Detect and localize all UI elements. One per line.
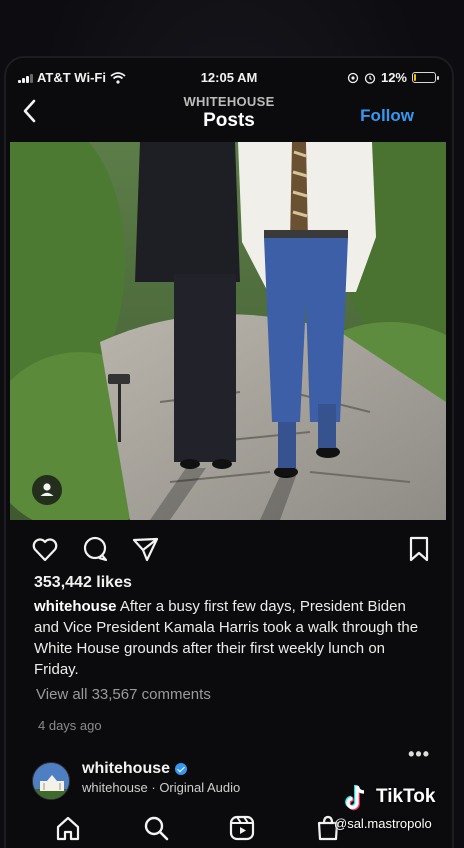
search-icon[interactable] bbox=[142, 814, 170, 842]
tiktok-handle: @sal.mastropolo bbox=[334, 816, 432, 831]
tiktok-brand: TikTok bbox=[376, 786, 436, 807]
audio-username-label: whitehouse bbox=[82, 760, 171, 777]
page-header: WHITEHOUSE Posts Follow bbox=[6, 92, 452, 136]
tiktok-logo-icon bbox=[345, 785, 365, 811]
post-actions bbox=[6, 530, 452, 566]
battery-icon bbox=[412, 72, 439, 83]
reels-icon[interactable] bbox=[228, 814, 256, 842]
post-timestamp: 4 days ago bbox=[38, 718, 102, 733]
post-image[interactable] bbox=[10, 142, 446, 520]
white-house-avatar-image bbox=[33, 763, 69, 799]
verified-badge-icon bbox=[175, 763, 188, 775]
battery-percent: 12% bbox=[380, 70, 407, 85]
post-caption: whitehouse After a busy first few days, … bbox=[34, 596, 430, 680]
follow-button[interactable]: Follow bbox=[360, 106, 414, 126]
location-icon bbox=[347, 72, 359, 83]
person-icon bbox=[40, 483, 54, 496]
battery-fill bbox=[414, 74, 416, 81]
avatar[interactable] bbox=[32, 762, 70, 800]
phone-screen: AT&T Wi-Fi 12:05 AM 12% WHITEHOUSE Posts… bbox=[6, 58, 452, 848]
send-icon[interactable] bbox=[130, 534, 160, 564]
heart-icon[interactable] bbox=[30, 534, 60, 564]
home-icon[interactable] bbox=[54, 814, 82, 842]
comment-icon[interactable] bbox=[80, 534, 110, 564]
device-frame: AT&T Wi-Fi 12:05 AM 12% WHITEHOUSE Posts… bbox=[0, 0, 464, 848]
audio-username[interactable]: whitehouse bbox=[82, 760, 188, 778]
caption-username[interactable]: whitehouse bbox=[34, 598, 117, 615]
status-bar: AT&T Wi-Fi 12:05 AM 12% bbox=[6, 68, 452, 88]
status-right: 12% bbox=[347, 70, 439, 85]
post-photo-illustration bbox=[10, 142, 446, 520]
tiktok-watermark: TikTok @sal.mastropolo bbox=[334, 780, 464, 840]
likes-count[interactable]: 353,442 likes bbox=[34, 574, 132, 592]
view-comments-link[interactable]: View all 33,567 comments bbox=[36, 686, 211, 703]
alarm-icon bbox=[364, 72, 376, 84]
original-audio-link[interactable]: whitehouse · Original Audio bbox=[82, 780, 240, 795]
bookmark-icon[interactable] bbox=[404, 534, 434, 564]
tagged-users-button[interactable] bbox=[32, 475, 62, 505]
more-options-icon[interactable]: ••• bbox=[408, 744, 430, 765]
